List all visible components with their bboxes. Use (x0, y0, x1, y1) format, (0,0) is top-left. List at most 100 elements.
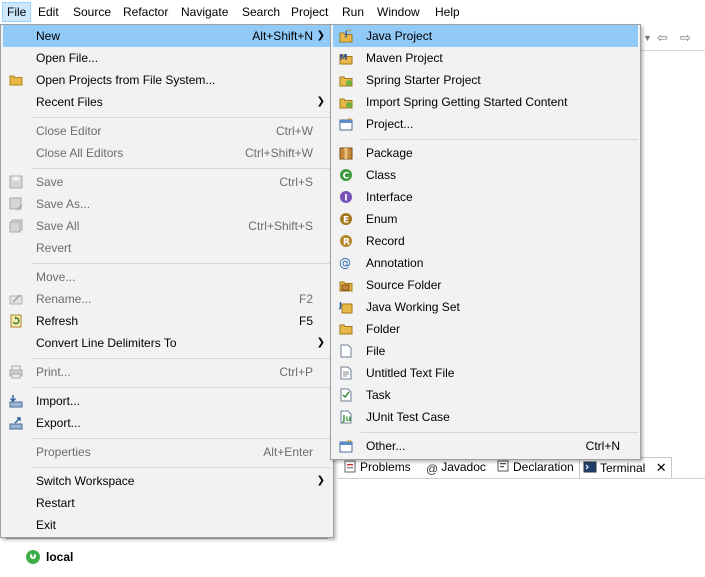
forward-nav-icon[interactable]: ⇨ (680, 30, 691, 46)
menu-item-project[interactable]: Project... (333, 113, 638, 135)
menu-refactor[interactable]: Refactor (119, 2, 172, 22)
svg-text:C: C (343, 172, 350, 182)
menu-item-new[interactable]: New Alt+Shift+N ❯ (3, 25, 331, 47)
import-icon (9, 394, 23, 408)
menu-item-label: Rename... (36, 292, 92, 306)
menu-navigate[interactable]: Navigate (177, 2, 232, 22)
menu-item-package[interactable]: Package (333, 142, 638, 164)
submenu-arrow-icon: ❯ (316, 337, 325, 348)
tab-label: Declaration (513, 460, 574, 474)
menu-separator (361, 432, 638, 433)
menu-item-record[interactable]: R Record (333, 230, 638, 252)
menu-item-other[interactable]: Other... Ctrl+N (333, 435, 638, 457)
spring-boot-icon (26, 550, 40, 564)
at-sign-icon: @ (426, 462, 439, 476)
menu-item-exit[interactable]: Exit (3, 514, 331, 536)
menu-item-source-folder[interactable]: Source Folder (333, 274, 638, 296)
menu-item-convert-line-delimiters[interactable]: Convert Line Delimiters To ❯ (3, 332, 331, 354)
menu-item-label: Exit (36, 518, 57, 532)
menu-item-close-all-editors[interactable]: Close All Editors Ctrl+Shift+W (3, 142, 331, 164)
menu-item-label: Import Spring Getting Started Content (366, 95, 568, 109)
menu-project[interactable]: Project (287, 2, 332, 22)
menu-separator (31, 168, 331, 169)
menu-item-accelerator: F2 (298, 292, 313, 306)
menu-item-task[interactable]: Task (333, 384, 638, 406)
menu-separator (31, 438, 331, 439)
menu-item-import[interactable]: Import... (3, 390, 331, 412)
menu-source[interactable]: Source (69, 2, 115, 22)
menu-file[interactable]: File (2, 2, 32, 22)
menu-item-java-project[interactable]: J Java Project (333, 25, 638, 47)
menu-item-open-projects[interactable]: Open Projects from File System... (3, 69, 331, 91)
text-file-icon (339, 366, 353, 380)
menu-item-label: Interface (366, 190, 413, 204)
menu-item-annotation[interactable]: @ Annotation (333, 252, 638, 274)
menu-item-maven-project[interactable]: M Maven Project (333, 47, 638, 69)
server-item-local[interactable]: local (26, 548, 73, 566)
panel-divider (6, 538, 328, 539)
menu-item-label: New (36, 29, 61, 43)
submenu-arrow-icon: ❯ (316, 30, 325, 41)
save-as-icon (9, 197, 23, 211)
menu-item-spring-starter-project[interactable]: Spring Starter Project (333, 69, 638, 91)
menu-item-save-all[interactable]: Save All Ctrl+Shift+S (3, 215, 331, 237)
menu-item-file[interactable]: File (333, 340, 638, 362)
menu-item-recent-files[interactable]: Recent Files ❯ (3, 91, 331, 113)
tab-problems[interactable]: Problems (343, 457, 411, 477)
menu-separator (31, 387, 331, 388)
svg-text:Ju: Ju (342, 414, 352, 423)
menu-item-export[interactable]: Export... (3, 412, 331, 434)
menu-item-import-spring-content[interactable]: Import Spring Getting Started Content (333, 91, 638, 113)
menu-item-close-editor[interactable]: Close Editor Ctrl+W (3, 120, 331, 142)
menu-item-rename[interactable]: Rename... F2 (3, 288, 331, 310)
rename-icon (9, 292, 23, 306)
menu-search[interactable]: Search (238, 2, 284, 22)
menu-item-save[interactable]: Save Ctrl+S (3, 171, 331, 193)
menu-item-accelerator: Ctrl+W (276, 124, 313, 138)
menu-item-label: Switch Workspace (36, 474, 135, 488)
class-icon: C (339, 168, 353, 182)
menu-item-enum[interactable]: E Enum (333, 208, 638, 230)
menu-item-interface[interactable]: I Interface (333, 186, 638, 208)
annotation-icon: @ (339, 256, 353, 270)
project-icon (339, 117, 353, 131)
toolbar-divider (640, 50, 705, 51)
submenu-arrow-icon: ❯ (316, 475, 325, 486)
menu-item-move[interactable]: Move... (3, 266, 331, 288)
menu-item-restart[interactable]: Restart (3, 492, 331, 514)
tab-javadoc[interactable]: @ Javadoc (426, 457, 486, 477)
menu-run[interactable]: Run (338, 2, 368, 22)
menu-item-print[interactable]: Print... Ctrl+P (3, 361, 331, 383)
spring-project-icon (339, 73, 353, 87)
menu-item-properties[interactable]: Properties Alt+Enter (3, 441, 331, 463)
java-project-icon: J (339, 29, 353, 43)
printer-icon (9, 365, 23, 379)
svg-text:R: R (343, 238, 350, 248)
menubar: File Edit Source Refactor Navigate Searc… (0, 0, 705, 24)
menu-item-refresh[interactable]: Refresh F5 (3, 310, 331, 332)
menu-item-label: Properties (36, 445, 91, 459)
tab-declaration[interactable]: Declaration (496, 457, 574, 477)
menu-item-junit-test-case[interactable]: Ju JUnit Test Case (333, 406, 638, 428)
tab-terminal[interactable]: Terminal ✕ (579, 457, 672, 478)
menu-item-folder[interactable]: Folder (333, 318, 638, 340)
menu-edit[interactable]: Edit (34, 2, 63, 22)
menu-item-label: Project... (366, 117, 414, 131)
menu-item-open-file[interactable]: Open File... (3, 47, 331, 69)
folder-icon (9, 73, 23, 87)
dropdown-arrow-icon[interactable]: ▼ (643, 33, 652, 43)
back-nav-icon[interactable]: ⇦ (657, 30, 668, 46)
menu-item-accelerator: Alt+Shift+N (252, 29, 313, 43)
menu-item-revert[interactable]: Revert (3, 237, 331, 259)
menu-item-switch-workspace[interactable]: Switch Workspace ❯ (3, 470, 331, 492)
menu-item-class[interactable]: C Class (333, 164, 638, 186)
close-icon[interactable]: ✕ (656, 460, 667, 475)
menu-item-accelerator: F5 (298, 314, 313, 328)
menu-item-label: Print... (36, 365, 71, 379)
menu-item-java-working-set[interactable]: J Java Working Set (333, 296, 638, 318)
menu-item-save-as[interactable]: Save As... (3, 193, 331, 215)
menu-help[interactable]: Help (431, 2, 464, 22)
menu-item-label: Annotation (366, 256, 424, 270)
menu-item-untitled-text-file[interactable]: Untitled Text File (333, 362, 638, 384)
menu-window[interactable]: Window (373, 2, 424, 22)
